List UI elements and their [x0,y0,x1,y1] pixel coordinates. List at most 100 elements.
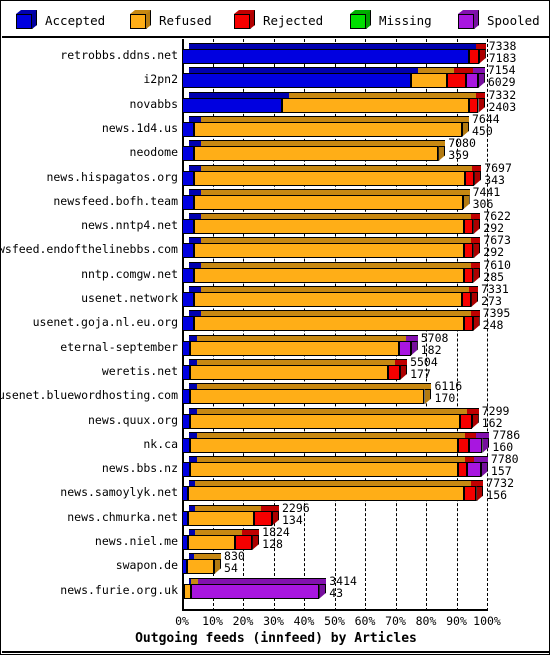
x-axis-ticks: 0% 10% 20% 30% 40% 50% 60% 70% 80% 90% 100% [175,611,549,631]
bar-row[interactable]: 7154 6029 [182,65,516,91]
bar-segment-side [400,364,408,380]
y-axis-label: neodome [129,145,178,160]
legend-item-refused[interactable]: Refused [130,10,212,30]
x-axis-tick-label: 60% [354,614,376,628]
stacked-bar [182,115,487,137]
bar-segment-refused [189,340,399,356]
stacked-bar [182,261,487,283]
bar-segment-accepted [182,49,469,64]
chart-legend: Accepted Refused Rejected Missing Spooled [2,2,549,38]
bar-segment-side [252,535,260,550]
bar-row[interactable]: 7610 285 [182,259,511,286]
bar-segment-refused [410,73,448,89]
bar-row[interactable]: 7332 2403 [182,89,516,116]
bar-row[interactable]: 7732 156 [182,478,514,504]
bar-segment-refused [194,219,465,235]
legend-label: Missing [379,12,432,28]
bar-row[interactable]: 7080 359 [182,137,487,164]
bar-segment-side [478,49,486,64]
bar-segment-accepted [182,462,190,478]
legend-item-missing[interactable]: Missing [350,10,432,30]
bar-segment-accepted [182,194,195,210]
bar-segment-spooled [468,437,483,453]
stacked-bar [182,67,487,89]
y-axis-label: news.furie.org.uk [60,582,178,597]
y-axis-label: news.samoylyk.net [60,485,178,500]
bar-segment-rejected [458,462,468,478]
y-axis-label: news.quux.org [87,412,178,427]
y-axis-labels: retrobbs.ddns.net i2pn2 novabbs news.1d4.us… [1,39,182,611]
bar-row[interactable]: 7331 273 [182,283,509,310]
bar-segment-accepted [182,97,283,113]
legend-item-accepted[interactable]: Accepted [16,10,105,30]
y-axis-label: retrobbs.ddns.net [60,48,178,62]
stacked-bar [182,286,487,307]
bar-segment-rejected [465,170,475,186]
cube-icon [130,10,152,30]
bar-segment-rejected [461,292,472,307]
bar-row[interactable]: 7644 450 [182,113,500,140]
bar-value-offered: 248 [482,318,504,333]
bar-segment-side [482,437,490,453]
bar-segment-refused [189,437,459,453]
bar-segment-side [319,583,327,599]
bar-segment-rejected [469,97,479,113]
y-axis-label: usenet.network [81,291,178,305]
bar-row[interactable]: 7441 306 [182,186,500,213]
bar-segment-refused [194,267,465,283]
bar-value-total: 7299 [481,403,510,418]
stacked-bar [182,188,487,210]
bar-segment-side [461,121,469,137]
plot-area: 7338 7183 7154 6029 7332 2403 7644 450 7080 359 76… [182,39,520,611]
bar-row[interactable]: 7697 343 [182,162,512,189]
bar-row[interactable]: 7673 292 [182,235,511,261]
bar-row[interactable]: 7780 157 [182,453,519,480]
bar-segment-rejected [464,267,474,283]
bar-segment-refused [194,194,463,210]
x-axis-tick-label: 100% [473,614,501,628]
bar-segment-side [462,194,470,210]
x-axis-tick-label: 30% [263,614,284,628]
y-axis-label: news.1d4.us [101,120,178,135]
bar-row[interactable]: 7338 7183 [182,40,516,67]
bar-segment-side [480,462,488,478]
bar-row[interactable]: 5708 182 [182,332,487,359]
y-axis-label: swapon.de [115,558,178,573]
bar-row[interactable]: 7786 160 [182,429,520,456]
legend-label: Refused [159,12,212,28]
legend-item-spooled[interactable]: Spooled [458,10,540,30]
bar-row[interactable]: 7299 162 [182,405,509,432]
bar-row[interactable]: 3414 43 [182,575,487,602]
legend-item-rejected[interactable]: Rejected [234,10,323,30]
bar-segment-rejected [463,316,473,332]
bar-segment-side [473,243,481,259]
bar-segment-accepted [182,413,190,429]
y-axis-label: usenet.goja.nl.eu.org [32,315,178,330]
bottom-divider [2,651,549,653]
cube-icon [16,10,38,30]
y-axis-label: i2pn2 [143,72,178,87]
y-axis-label: nk.ca [143,436,178,451]
bar-segment-accepted [182,389,190,405]
bar-segment-rejected [235,535,253,550]
bar-segment-refused [189,462,459,478]
x-axis-tick-label: 10% [202,614,223,628]
bar-segment-rejected [447,73,466,89]
x-axis-tick-label: 40% [293,614,315,628]
bar-segment-side [438,146,446,162]
bar-value-offered: 343 [484,172,505,187]
bar-segment-spooled [467,462,481,478]
y-axis-label: novabbs [129,96,178,111]
bar-value-offered: 43 [329,585,344,600]
stacked-bar [182,43,487,64]
bar-value-offered: 2403 [488,99,517,114]
bar-segment-refused [188,510,254,526]
chart-title: Outgoing feeds (innfeed) by Articles [135,631,417,646]
bar-segment-accepted [182,316,195,332]
cube-icon [234,10,256,30]
stacked-bar [182,431,490,453]
bar-row[interactable]: 6116 170 [182,380,487,407]
bar-row[interactable]: 7622 292 [182,210,511,237]
bar-row[interactable]: 2296 134 [182,502,487,529]
bar-segment-spooled [191,583,320,599]
